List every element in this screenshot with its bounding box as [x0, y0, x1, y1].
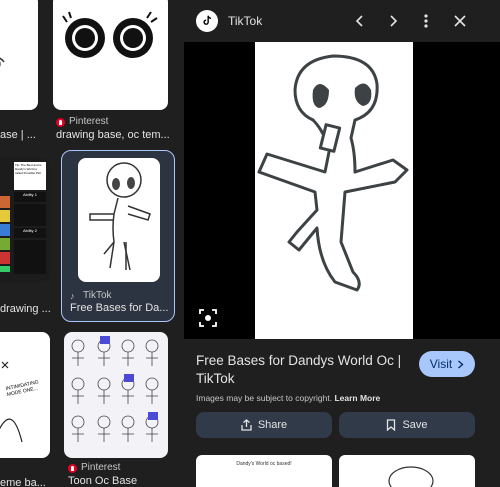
tiktok-icon: ♪	[70, 290, 75, 301]
share-button[interactable]: Share	[196, 412, 332, 438]
panel-brand[interactable]: TikTok	[228, 14, 262, 28]
pinterest-icon	[68, 463, 77, 473]
copyright-notice: Images may be subject to copyright. Lear…	[196, 393, 381, 403]
tiktok-logo[interactable]	[196, 10, 218, 32]
result-image-3[interactable]: Tip: The Best and is Dandy's World a cal…	[0, 158, 50, 282]
result-title-5[interactable]: eme ba...	[0, 477, 46, 487]
more-vert-icon	[424, 14, 428, 28]
save-button[interactable]: Save	[339, 412, 475, 438]
pinterest-icon	[56, 117, 65, 127]
next-button[interactable]	[383, 11, 403, 31]
more-options-button[interactable]	[416, 11, 436, 31]
chevron-left-icon	[355, 15, 363, 27]
chart-tile-ability1: Ability 1	[14, 192, 46, 202]
result-title-6[interactable]: Toon Oc Base	[68, 475, 137, 487]
share-icon	[241, 419, 252, 431]
chart-tile-ability2: Ability 2	[14, 228, 46, 238]
result-image-1[interactable]	[0, 0, 38, 110]
panel-header: TikTok	[184, 0, 500, 42]
visit-button[interactable]: Visit	[419, 351, 475, 377]
result-image-6[interactable]	[64, 332, 168, 458]
preview-panel: TikTok Free Bases for Dandys World Oc | …	[184, 0, 500, 487]
lens-search-icon[interactable]	[198, 308, 218, 328]
result-source-2: Pinterest	[56, 116, 108, 128]
result-title-4[interactable]: Free Bases for Da...	[70, 302, 168, 314]
related-image-1-text: Dandy's World oc based!	[236, 461, 292, 467]
chevron-right-icon	[458, 359, 464, 369]
chevron-right-icon	[390, 15, 398, 27]
results-grid: ase | ... Pinterest drawing base, oc tem…	[0, 0, 184, 487]
tiktok-icon	[203, 15, 212, 25]
result-source-6: Pinterest	[68, 462, 120, 474]
preview-image[interactable]	[255, 42, 413, 339]
result-title-2[interactable]: drawing base, oc tem...	[56, 129, 170, 141]
bookmark-icon	[387, 419, 396, 431]
prev-button[interactable]	[350, 11, 370, 31]
result-title-3[interactable]: drawing ...	[0, 303, 51, 315]
page-title[interactable]: Free Bases for Dandys World Oc | TikTok	[196, 352, 416, 388]
image-viewer[interactable]	[184, 42, 500, 339]
result-image-4[interactable]	[78, 158, 160, 282]
result-title-1[interactable]: ase | ...	[0, 129, 36, 141]
close-button[interactable]	[450, 11, 470, 31]
related-image-2[interactable]	[339, 455, 475, 487]
chart-tile-header: Tip: The Best and is Dandy's World a cal…	[14, 162, 46, 190]
result-image-2[interactable]	[53, 0, 168, 110]
close-icon	[454, 15, 466, 27]
result-source-4: ♪ TikTok	[70, 290, 112, 301]
related-image-1[interactable]: Dandy's World oc based!	[196, 455, 332, 487]
learn-more-link[interactable]: Learn More	[334, 393, 380, 403]
result-image-5[interactable]: INTIMIDATING MODE ONE...	[0, 332, 50, 458]
